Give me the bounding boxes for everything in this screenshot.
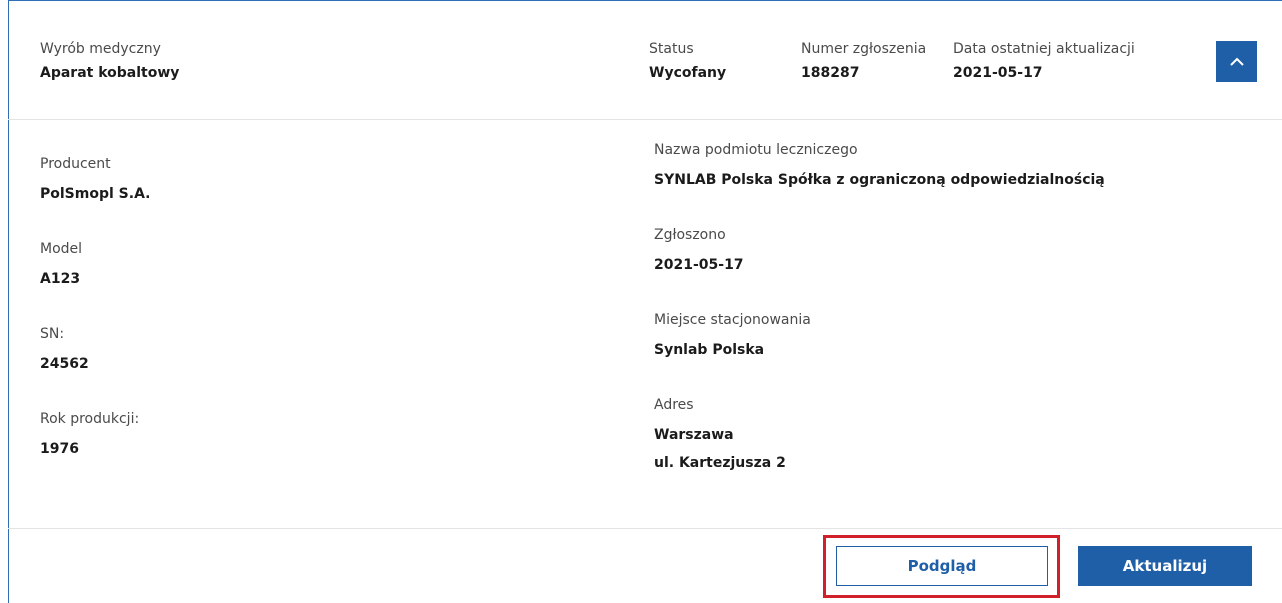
- device-value: Aparat kobaltowy: [40, 65, 180, 81]
- chevron-up-icon: [1229, 57, 1244, 66]
- update-button[interactable]: Aktualizuj: [1078, 546, 1252, 586]
- reported-value: 2021-05-17: [654, 257, 744, 273]
- facility-value: SYNLAB Polska Spółka z ograniczoną odpow…: [654, 172, 1105, 188]
- production-year-label: Rok produkcji:: [40, 411, 140, 427]
- address-line2: ul. Kartezjusza 2: [654, 455, 786, 471]
- facility-label: Nazwa podmiotu leczniczego: [654, 142, 858, 158]
- footer-divider: [8, 528, 1282, 529]
- model-value: A123: [40, 271, 81, 287]
- reported-label: Zgłoszono: [654, 227, 726, 243]
- location-label: Miejsce stacjonowania: [654, 312, 811, 328]
- preview-button[interactable]: Podgląd: [836, 546, 1048, 586]
- device-report-card: [8, 0, 1282, 603]
- last-update-label: Data ostatniej aktualizacji: [953, 41, 1135, 57]
- status-label: Status: [649, 41, 694, 57]
- address-line1: Warszawa: [654, 427, 734, 443]
- device-label: Wyrób medyczny: [40, 41, 161, 57]
- producer-value: PolSmopl S.A.: [40, 186, 151, 202]
- header-divider: [8, 119, 1282, 120]
- report-number-value: 188287: [801, 65, 860, 81]
- producer-label: Producent: [40, 156, 111, 172]
- production-year-value: 1976: [40, 441, 79, 457]
- address-label: Adres: [654, 397, 694, 413]
- serial-number-value: 24562: [40, 356, 89, 372]
- location-value: Synlab Polska: [654, 342, 765, 358]
- report-number-label: Numer zgłoszenia: [801, 41, 927, 57]
- collapse-button[interactable]: [1216, 41, 1257, 82]
- serial-number-label: SN:: [40, 326, 65, 342]
- last-update-value: 2021-05-17: [953, 65, 1043, 81]
- status-value: Wycofany: [649, 65, 727, 81]
- model-label: Model: [40, 241, 83, 257]
